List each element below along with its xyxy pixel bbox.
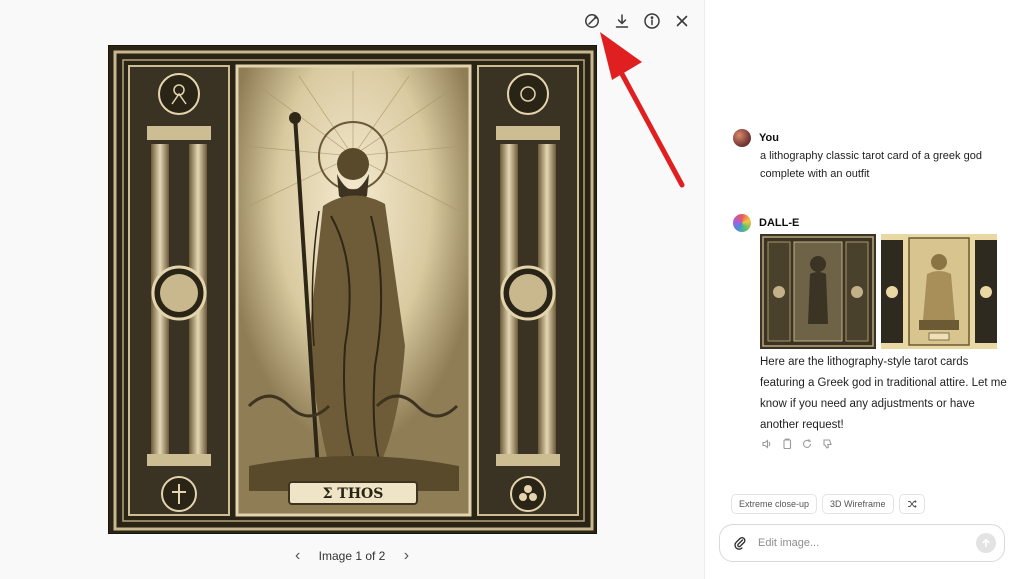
edit-brush-icon[interactable]	[581, 10, 603, 32]
edit-image-composer	[719, 524, 1005, 562]
chevron-right-icon[interactable]: ›	[399, 547, 413, 565]
suggestion-chip-1[interactable]: Extreme close-up	[731, 494, 818, 514]
shuffle-icon[interactable]	[898, 494, 925, 514]
annotation-arrow	[600, 32, 685, 188]
speaker-icon[interactable]	[760, 437, 774, 451]
close-icon[interactable]	[671, 10, 693, 32]
image-viewer: Σ THOS ‹ Image 1 of 2 ›	[0, 0, 704, 579]
generated-tarot-card-image: Σ THOS	[108, 45, 597, 534]
paperclip-icon[interactable]	[732, 535, 748, 551]
suggestion-chip-2[interactable]: 3D Wireframe	[822, 494, 894, 514]
dalle-avatar	[733, 214, 751, 232]
viewer-toolbar	[581, 10, 693, 32]
assistant-message-header: DALL-E	[733, 214, 1005, 232]
chat-panel: You a lithography classic tarot card of …	[704, 0, 1024, 579]
thumbnail-1[interactable]	[760, 234, 876, 349]
chevron-left-icon[interactable]: ‹	[291, 547, 305, 565]
download-icon[interactable]	[611, 10, 633, 32]
user-avatar	[733, 129, 751, 147]
edit-image-input[interactable]	[758, 537, 976, 549]
user-name: You	[759, 132, 779, 144]
thumbnail-2[interactable]	[881, 234, 997, 349]
image-pager: ‹ Image 1 of 2 ›	[0, 547, 704, 565]
pager-label: Image 1 of 2	[318, 549, 386, 563]
suggestion-chips: Extreme close-up 3D Wireframe	[731, 494, 925, 514]
assistant-reply-text: Here are the lithography-style tarot car…	[760, 356, 1007, 431]
copy-icon[interactable]	[780, 437, 794, 451]
assistant-name: DALL-E	[759, 217, 800, 229]
thumbs-down-icon[interactable]	[820, 437, 834, 451]
user-prompt-text: a lithography classic tarot card of a gr…	[760, 150, 982, 180]
send-arrow-icon[interactable]	[976, 533, 996, 553]
image-thumbnails	[760, 234, 997, 349]
user-message: You a lithography classic tarot card of …	[733, 129, 1005, 183]
message-actions	[760, 437, 834, 451]
regenerate-icon[interactable]	[800, 437, 814, 451]
info-icon[interactable]	[641, 10, 663, 32]
card-caption: Σ THOS	[323, 486, 384, 502]
